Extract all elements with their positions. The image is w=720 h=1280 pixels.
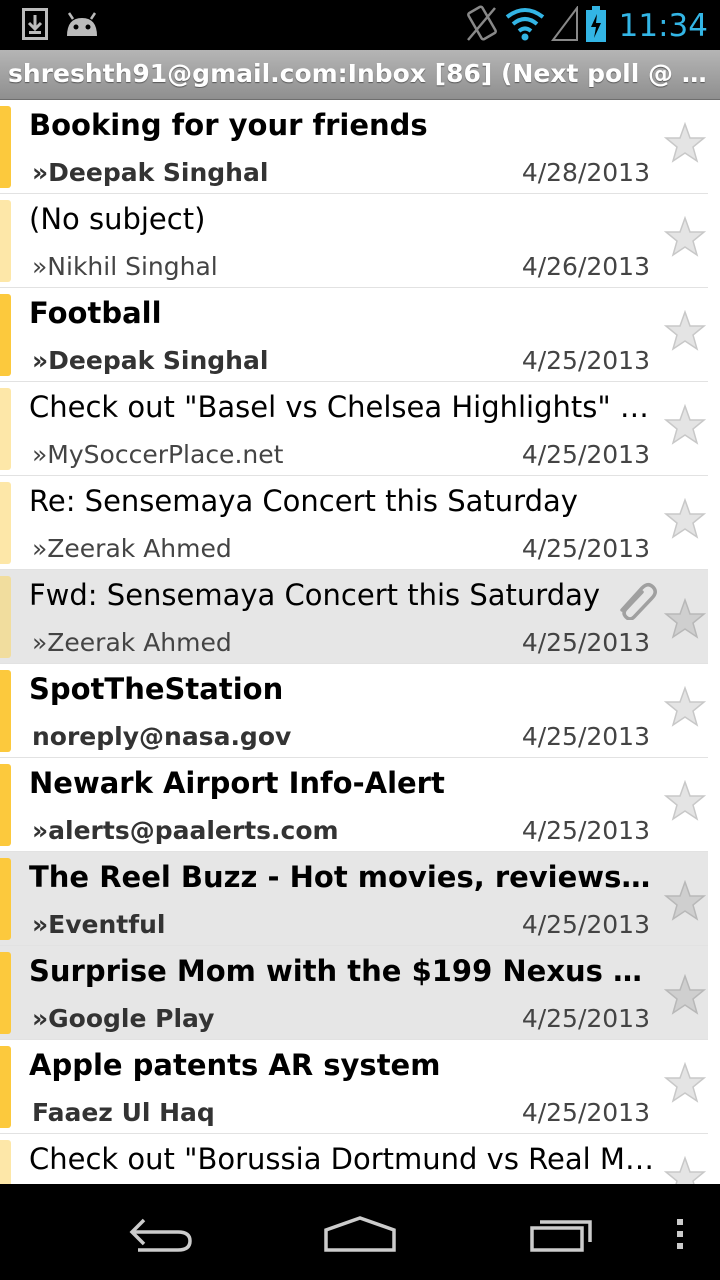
message-row[interactable]: Apple patents AR system Faaez Ul Haq 4/2…	[0, 1040, 708, 1134]
unread-indicator	[0, 764, 11, 846]
read-indicator	[0, 1140, 11, 1184]
vibrate-icon	[465, 4, 499, 48]
message-date: 4/25/2013	[521, 440, 650, 469]
message-row[interactable]: Football »Deepak Singhal 4/25/2013	[0, 288, 708, 382]
inbox-title: shreshth91@gmail.com:Inbox [86] (Next po…	[8, 59, 708, 88]
message-subject: Surprise Mom with the $199 Nexus 7 Tabl.…	[29, 954, 657, 988]
message-subject: Football	[29, 296, 162, 330]
scrollbar[interactable]	[708, 100, 720, 1184]
unread-indicator	[0, 670, 11, 752]
message-date: 4/25/2013	[521, 722, 650, 751]
message-date: 4/25/2013	[521, 346, 650, 375]
message-sender: »Eventful	[32, 910, 166, 939]
message-row[interactable]: Newark Airport Info-Alert »alerts@paaler…	[0, 758, 708, 852]
message-date: 4/25/2013	[521, 816, 650, 845]
star-icon[interactable]	[664, 122, 706, 164]
message-row[interactable]: Surprise Mom with the $199 Nexus 7 Tabl.…	[0, 946, 708, 1040]
star-icon[interactable]	[664, 216, 706, 258]
read-indicator	[0, 388, 11, 470]
read-indicator	[0, 576, 11, 658]
message-date: 4/25/2013	[521, 1004, 650, 1033]
message-subject: (No subject)	[29, 202, 206, 236]
message-sender: noreply@nasa.gov	[32, 722, 292, 751]
message-subject: Re: Sensemaya Concert this Saturday	[29, 484, 578, 518]
message-subject: Check out "Basel vs Chelsea Highlights" …	[29, 390, 657, 424]
message-sender: »Nikhil Singhal	[32, 252, 218, 281]
message-sender: Faaez Ul Haq	[32, 1098, 215, 1127]
message-row[interactable]: Fwd: Sensemaya Concert this Saturday »Ze…	[0, 570, 708, 664]
attachment-icon	[620, 583, 657, 620]
message-subject: Newark Airport Info-Alert	[29, 766, 445, 800]
message-row[interactable]: Check out "Borussia Dortmund vs Real Ma.…	[0, 1134, 708, 1184]
home-icon	[324, 1216, 396, 1252]
star-icon[interactable]	[664, 974, 706, 1016]
read-indicator	[0, 482, 11, 564]
read-indicator	[0, 200, 11, 282]
message-sender: »Zeerak Ahmed	[32, 628, 232, 657]
menu-button[interactable]	[640, 1204, 720, 1264]
message-subject: Fwd: Sensemaya Concert this Saturday	[29, 578, 601, 612]
clock: 11:34	[618, 8, 708, 44]
unread-indicator	[0, 1046, 11, 1128]
unread-indicator	[0, 106, 11, 188]
status-bar: 11:34	[0, 0, 720, 50]
message-subject: Booking for your friends	[29, 108, 428, 142]
star-icon[interactable]	[664, 1156, 706, 1184]
home-button[interactable]	[320, 1204, 400, 1264]
signal-icon	[550, 5, 579, 46]
title-bar: shreshth91@gmail.com:Inbox [86] (Next po…	[0, 50, 720, 100]
message-sender: »Zeerak Ahmed	[32, 534, 232, 563]
star-icon[interactable]	[664, 310, 706, 352]
star-icon[interactable]	[664, 780, 706, 822]
star-icon[interactable]	[664, 880, 706, 922]
unread-indicator	[0, 858, 11, 940]
message-subject: SpotTheStation	[29, 672, 284, 706]
message-list[interactable]: Booking for your friends »Deepak Singhal…	[0, 100, 708, 1184]
message-date: 4/25/2013	[521, 628, 650, 657]
message-date: 4/26/2013	[521, 252, 650, 281]
message-sender: »Google Play	[32, 1004, 215, 1033]
star-icon[interactable]	[664, 598, 706, 640]
message-row[interactable]: Check out "Basel vs Chelsea Highlights" …	[0, 382, 708, 476]
message-sender: »alerts@paalerts.com	[32, 816, 339, 845]
star-icon[interactable]	[664, 686, 706, 728]
unread-indicator	[0, 952, 11, 1034]
recent-apps-icon	[530, 1220, 592, 1252]
star-icon[interactable]	[664, 498, 706, 540]
back-icon	[129, 1218, 192, 1252]
message-row[interactable]: (No subject) »Nikhil Singhal 4/26/2013	[0, 194, 708, 288]
message-subject: Check out "Borussia Dortmund vs Real Ma.…	[29, 1142, 657, 1176]
message-subject: Apple patents AR system	[29, 1048, 441, 1082]
message-sender: »Deepak Singhal	[32, 346, 269, 375]
menu-icon	[677, 1219, 683, 1249]
message-date: 4/25/2013	[521, 910, 650, 939]
unread-indicator	[0, 294, 11, 376]
message-sender: »Deepak Singhal	[32, 158, 269, 187]
back-button[interactable]	[120, 1204, 200, 1264]
message-row[interactable]: Re: Sensemaya Concert this Saturday »Zee…	[0, 476, 708, 570]
download-icon	[22, 8, 48, 44]
message-date: 4/28/2013	[521, 158, 650, 187]
message-sender: »MySoccerPlace.net	[32, 440, 284, 469]
navigation-bar	[0, 1184, 720, 1280]
message-date: 4/25/2013	[521, 534, 650, 563]
recent-apps-button[interactable]	[522, 1204, 602, 1264]
battery-charging-icon	[585, 5, 607, 47]
wifi-icon	[505, 7, 545, 45]
star-icon[interactable]	[664, 1062, 706, 1104]
message-date: 4/25/2013	[521, 1098, 650, 1127]
star-icon[interactable]	[664, 404, 706, 446]
message-row[interactable]: Booking for your friends »Deepak Singhal…	[0, 100, 708, 194]
message-row[interactable]: The Reel Buzz - Hot movies, reviews and.…	[0, 852, 708, 946]
message-row[interactable]: SpotTheStation noreply@nasa.gov 4/25/201…	[0, 664, 708, 758]
message-subject: The Reel Buzz - Hot movies, reviews and.…	[29, 860, 657, 894]
android-icon	[64, 10, 100, 42]
